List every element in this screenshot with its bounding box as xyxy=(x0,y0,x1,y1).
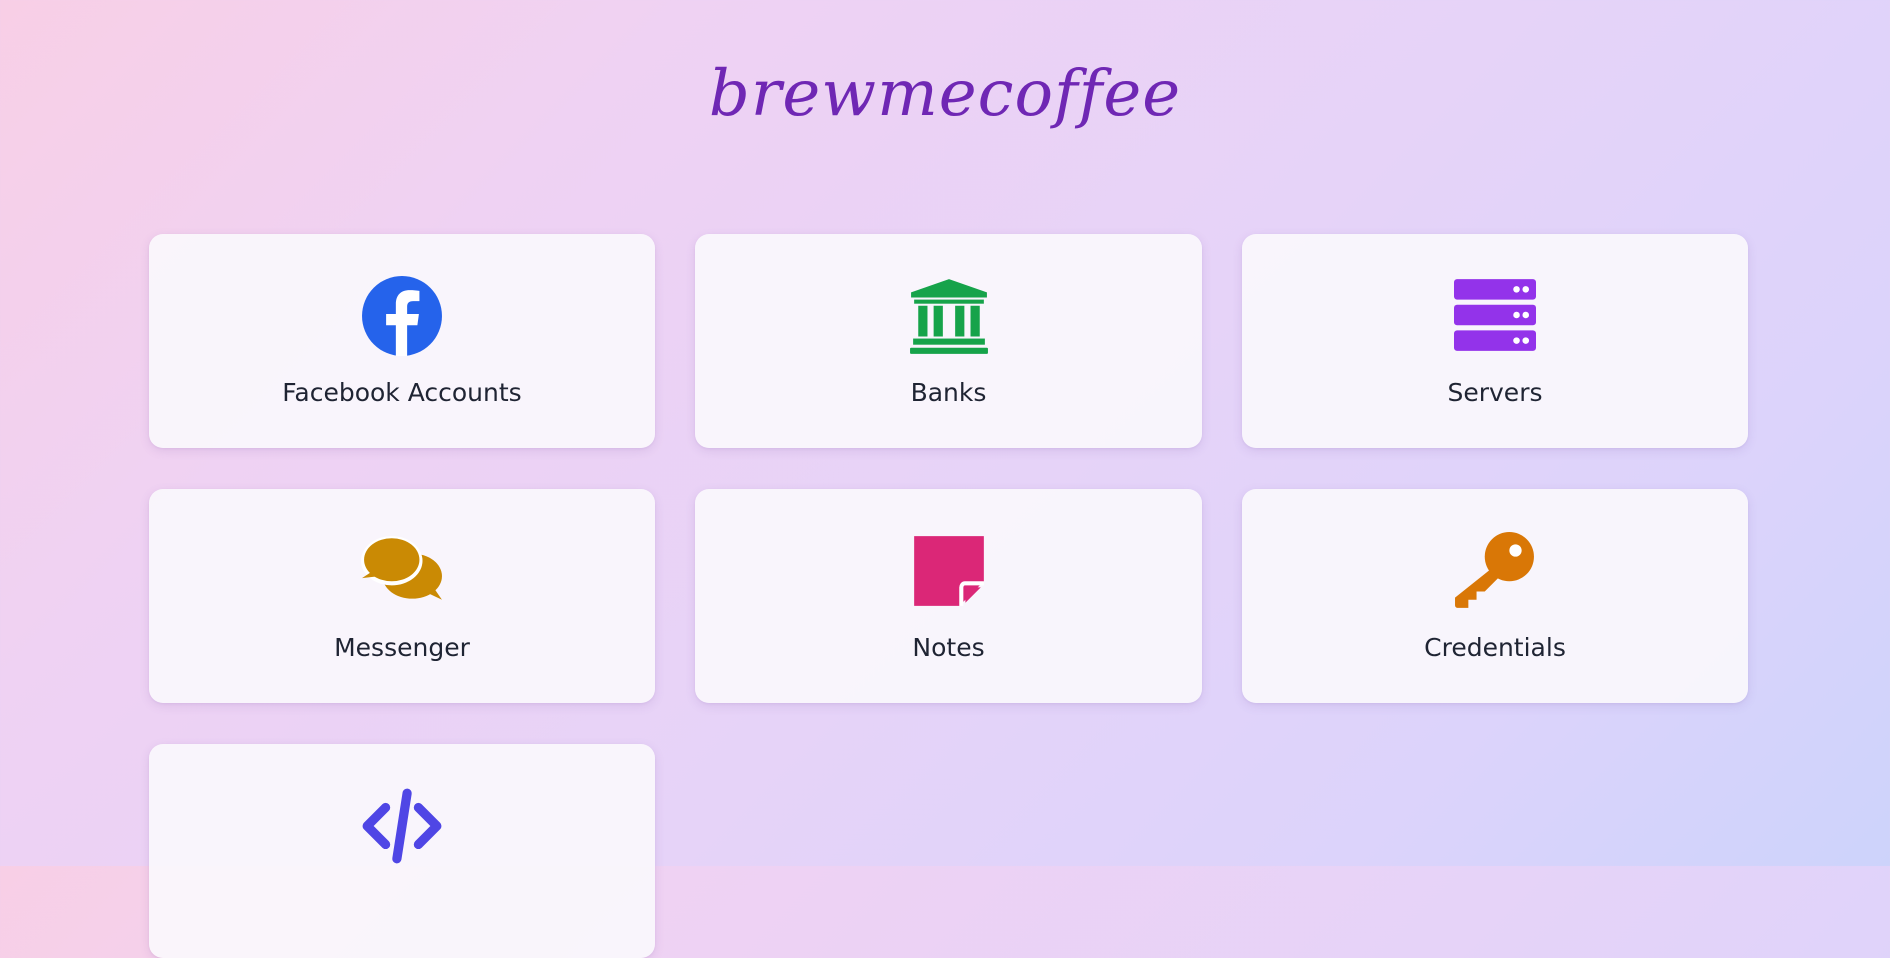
card-facebook-accounts[interactable]: Facebook Accounts xyxy=(149,234,655,448)
code-icon xyxy=(361,785,443,867)
card-label: Notes xyxy=(912,633,985,662)
card-servers[interactable]: Servers xyxy=(1242,234,1748,448)
card-label: Messenger xyxy=(334,633,470,662)
sticky-note-icon xyxy=(908,530,990,612)
card-banks[interactable]: Banks xyxy=(695,234,1202,448)
card-label: Banks xyxy=(910,378,987,407)
card-code[interactable] xyxy=(149,744,655,958)
server-icon xyxy=(1454,275,1536,357)
card-label: Credentials xyxy=(1424,633,1566,662)
category-grid: Facebook Accounts Banks Servers Messenge… xyxy=(149,234,1748,958)
card-label: Servers xyxy=(1447,378,1543,407)
bank-icon xyxy=(908,275,990,357)
chat-bubbles-icon xyxy=(361,530,443,612)
card-notes[interactable]: Notes xyxy=(695,489,1202,703)
card-label: Facebook Accounts xyxy=(282,378,522,407)
facebook-icon xyxy=(361,275,443,357)
brand-title: brewmecoffee xyxy=(708,57,1182,131)
key-icon xyxy=(1454,530,1536,612)
card-credentials[interactable]: Credentials xyxy=(1242,489,1748,703)
card-messenger[interactable]: Messenger xyxy=(149,489,655,703)
